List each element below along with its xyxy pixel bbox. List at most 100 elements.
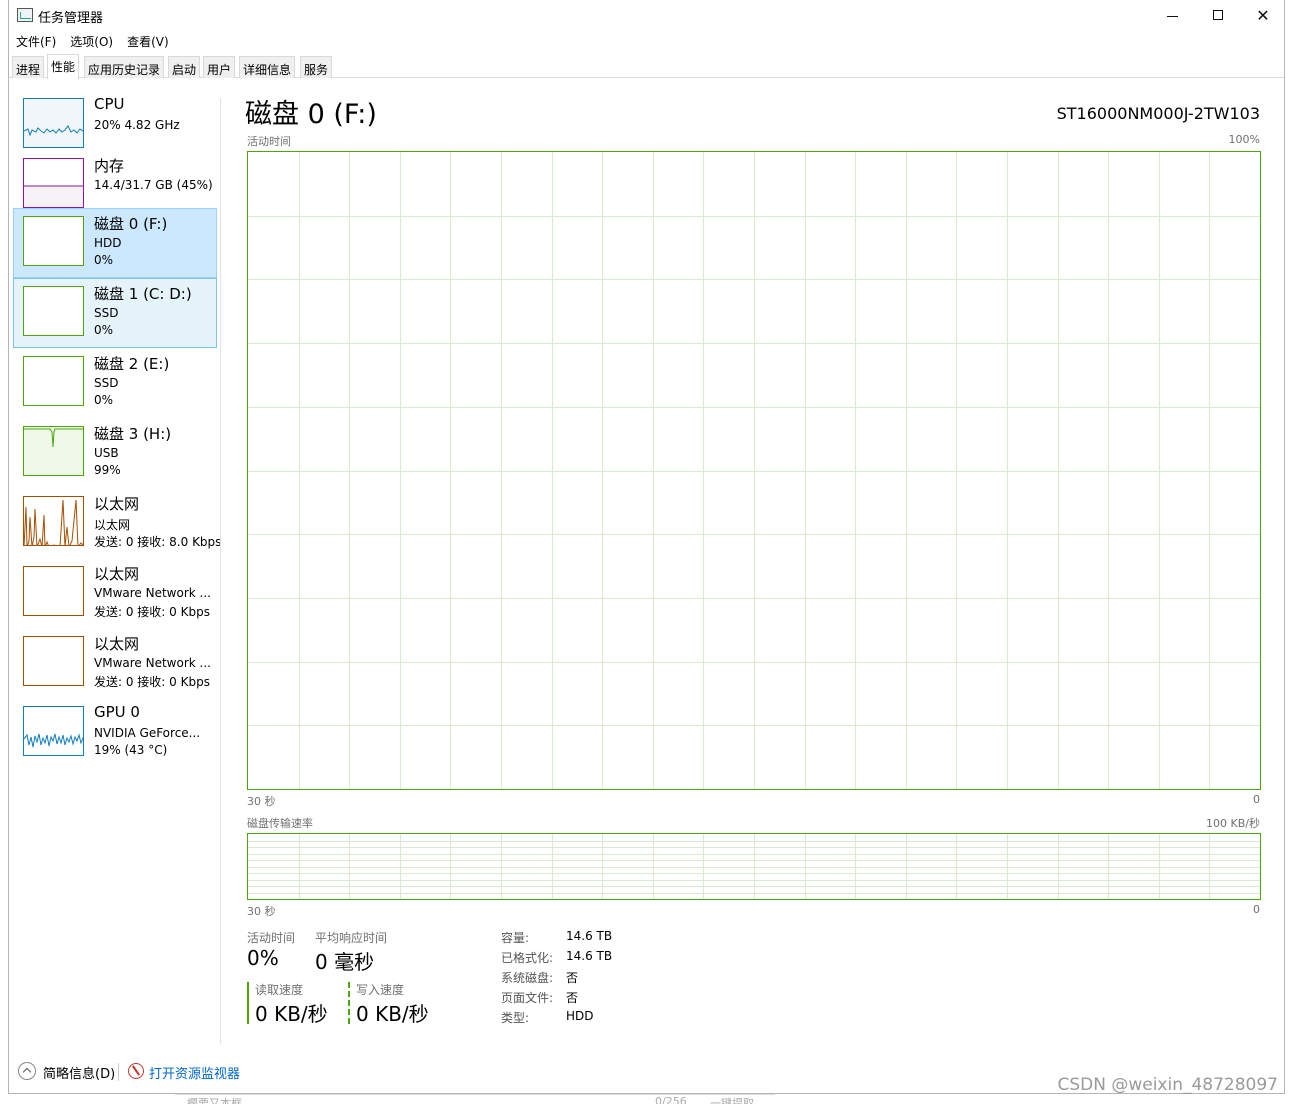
read-speed-label: 读取速度	[255, 983, 304, 997]
sidebar-value: 发送: 0 接收: 0 Kbps	[94, 675, 210, 689]
tab-app-history[interactable]: 应用历史记录	[84, 56, 165, 78]
sidebar-label: 内存	[94, 157, 125, 175]
read-speed-value: 0 KB/秒	[255, 1002, 328, 1026]
background-counter: 0/256	[655, 1095, 687, 1104]
memory-thumbnail-graph	[23, 158, 84, 208]
active-time-chart-time-span: 30 秒	[247, 795, 276, 808]
transfer-rate-chart-time-span: 30 秒	[247, 905, 276, 918]
sidebar-label: GPU 0	[94, 703, 140, 721]
avg-response-value: 0 毫秒	[315, 950, 375, 974]
disk-0-thumbnail-graph	[23, 216, 84, 266]
disk-2-thumbnail-graph	[23, 356, 84, 406]
sidebar-label: 以太网	[94, 565, 140, 583]
tab-performance[interactable]: 性能	[47, 54, 80, 79]
tab-processes[interactable]: 进程	[12, 56, 45, 78]
formatted-value: 14.6 TB	[566, 949, 613, 963]
transfer-rate-chart-label: 磁盘传输速率	[247, 817, 313, 830]
tab-startup[interactable]: 启动	[168, 56, 201, 78]
capacity-label: 容量:	[501, 931, 530, 945]
ethernet-2-thumbnail-graph	[23, 566, 84, 616]
sidebar-subtitle: 14.4/31.7 GB (45%)	[94, 178, 213, 192]
disk-model: ST16000NM000J-2TW103	[1056, 104, 1260, 123]
menu-file[interactable]: 文件(F)	[9, 30, 63, 50]
sidebar-subtitle: SSD	[94, 376, 119, 390]
sidebar-item-disk-0[interactable]: 磁盘 0 (F:) HDD 0%	[13, 208, 217, 278]
active-time-chart-min: 0	[1253, 793, 1260, 806]
sidebar-value: 0%	[94, 253, 114, 267]
active-time-chart	[247, 151, 1261, 790]
active-time-chart-max: 100%	[1228, 133, 1260, 146]
footer-separator	[118, 1063, 119, 1081]
menu-bar: 文件(F) 选项(O) 查看(V)	[9, 30, 1284, 50]
tab-users[interactable]: 用户	[203, 56, 236, 78]
type-label: 类型:	[501, 1011, 530, 1025]
sidebar-subtitle: VMware Network ...	[94, 586, 211, 600]
transfer-rate-chart-max: 100 KB/秒	[1206, 817, 1260, 830]
background-text: 欄要又本框	[187, 1097, 242, 1104]
sidebar-item-disk-3[interactable]: 磁盘 3 (H:) USB 99%	[13, 418, 217, 488]
sidebar-value: 99%	[94, 463, 121, 477]
background-window-strip: 欄要又本框 0/256 一键提取	[175, 1094, 775, 1104]
sidebar-label: 磁盘 2 (E:)	[94, 355, 170, 373]
active-time-grid	[248, 152, 1260, 789]
sidebar-label: 磁盘 3 (H:)	[94, 425, 172, 443]
ethernet-3-thumbnail-graph	[23, 636, 84, 686]
tab-services[interactable]: 服务	[300, 56, 333, 78]
sidebar-subtitle: 20% 4.82 GHz	[94, 118, 180, 132]
cpu-thumbnail-graph	[23, 98, 84, 148]
active-time-label: 活动时间	[247, 931, 296, 945]
page-file-value: 否	[566, 991, 579, 1005]
sidebar-item-gpu-0[interactable]: GPU 0 NVIDIA GeForce... 19% (43 °C)	[13, 698, 217, 768]
sidebar-item-ethernet-3[interactable]: 以太网 VMware Network ... 发送: 0 接收: 0 Kbps	[13, 628, 217, 698]
active-time-value: 0%	[247, 946, 279, 970]
capacity-value: 14.6 TB	[566, 929, 613, 943]
task-manager-window: 任务管理器 ✕ 文件(F) 选项(O) 查看(V) 进程 性能 应用历史记录 启…	[8, 0, 1285, 1094]
active-time-chart-label: 活动时间	[247, 135, 291, 148]
maximize-button[interactable]	[1195, 0, 1241, 30]
chevron-up-icon[interactable]	[18, 1062, 36, 1080]
sidebar-value: 19% (43 °C)	[94, 743, 168, 757]
write-speed-indicator	[348, 982, 350, 1024]
minimize-button[interactable]	[1149, 0, 1195, 30]
sidebar-subtitle: NVIDIA GeForce...	[94, 726, 201, 740]
open-resource-monitor-link[interactable]: 打开资源监视器	[149, 1063, 240, 1082]
background-button: 一键提取	[710, 1097, 754, 1104]
sidebar-label: 以太网	[94, 495, 140, 513]
system-disk-value: 否	[566, 971, 579, 985]
sidebar-item-disk-2[interactable]: 磁盘 2 (E:) SSD 0%	[13, 348, 217, 418]
resource-monitor-icon[interactable]	[128, 1063, 144, 1079]
transfer-rate-chart	[247, 833, 1261, 900]
sidebar-subtitle: HDD	[94, 236, 122, 250]
sidebar-label: 以太网	[94, 635, 140, 653]
disk-3-thumbnail-graph	[23, 426, 84, 476]
sidebar-label: 磁盘 1 (C: D:)	[94, 285, 192, 303]
sidebar-item-disk-1[interactable]: 磁盘 1 (C: D:) SSD 0%	[13, 278, 217, 348]
page-file-label: 页面文件:	[501, 991, 554, 1005]
formatted-label: 已格式化:	[501, 951, 554, 965]
disk-1-thumbnail-graph	[23, 286, 84, 336]
csdn-watermark: CSDN @weixin_48728097	[1057, 1075, 1278, 1095]
tab-details[interactable]: 详细信息	[239, 56, 296, 78]
tab-strip: 进程 性能 应用历史记录 启动 用户 详细信息 服务	[9, 54, 1284, 79]
sidebar-label: 磁盘 0 (F:)	[94, 215, 168, 233]
sidebar-label: CPU	[94, 95, 125, 113]
sidebar-value: 0%	[94, 323, 114, 337]
page-title: 磁盘 0 (F:)	[245, 99, 377, 130]
sidebar-item-ethernet-1[interactable]: 以太网 以太网 发送: 0 接收: 8.0 Kbps	[13, 488, 221, 558]
fewer-details-link[interactable]: 简略信息(D)	[43, 1063, 115, 1082]
minimize-icon	[1166, 15, 1178, 17]
sidebar-subtitle: SSD	[94, 306, 119, 320]
avg-response-label: 平均响应时间	[315, 931, 388, 945]
system-disk-label: 系统磁盘:	[501, 971, 554, 985]
sidebar-subtitle: USB	[94, 446, 119, 460]
close-button[interactable]: ✕	[1240, 0, 1284, 30]
sidebar-subtitle: VMware Network ...	[94, 656, 211, 670]
menu-view[interactable]: 查看(V)	[120, 30, 176, 50]
transfer-rate-chart-min: 0	[1253, 903, 1260, 916]
menu-options[interactable]: 选项(O)	[63, 30, 120, 50]
sidebar-value: 发送: 0 接收: 8.0 Kbps	[94, 535, 222, 549]
maximize-icon	[1213, 10, 1223, 20]
ethernet-1-thumbnail-graph	[23, 496, 84, 546]
gpu-0-thumbnail-graph	[23, 706, 84, 756]
sidebar-item-ethernet-2[interactable]: 以太网 VMware Network ... 发送: 0 接收: 0 Kbps	[13, 558, 217, 628]
